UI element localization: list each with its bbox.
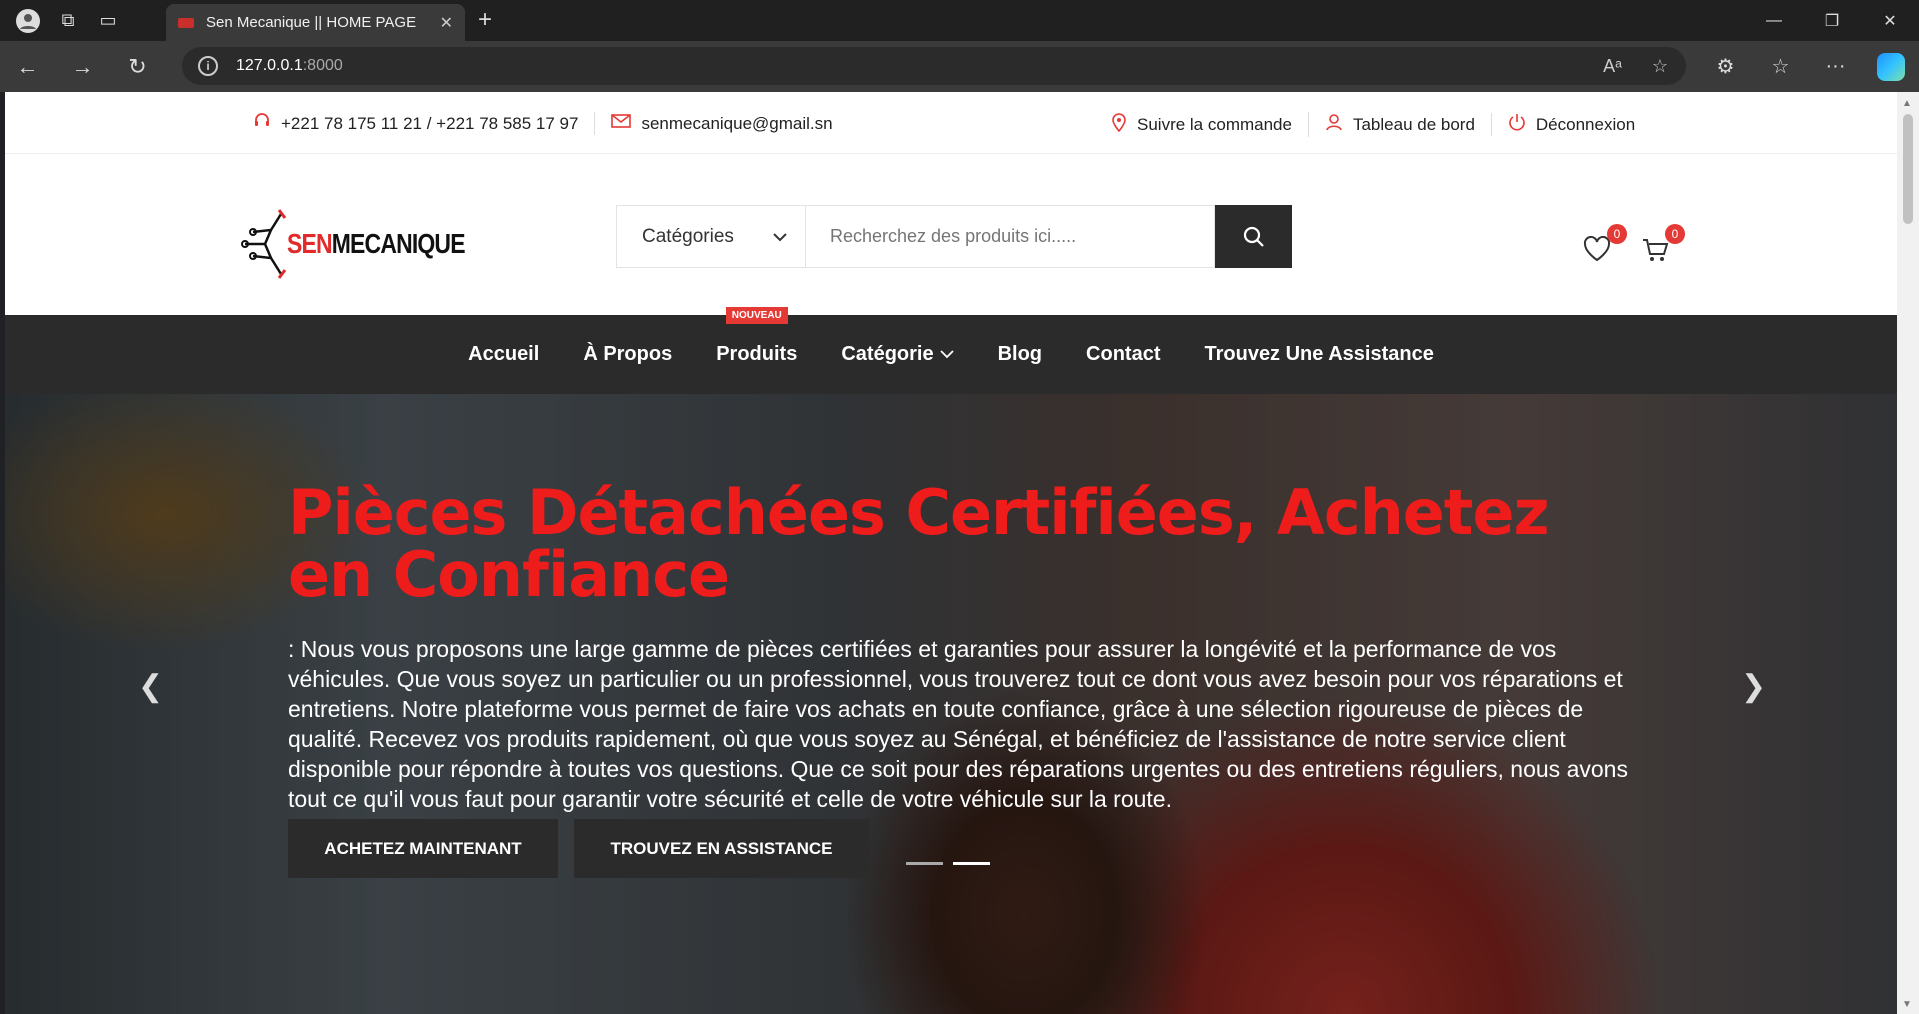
reload-icon[interactable]: ↻ bbox=[110, 41, 165, 92]
logout-link[interactable]: Déconnexion bbox=[1492, 113, 1651, 136]
search-input[interactable] bbox=[805, 205, 1215, 268]
wishlist-button[interactable]: 0 bbox=[1583, 224, 1627, 268]
chevron-down-icon bbox=[773, 226, 787, 248]
close-tab-icon[interactable]: ✕ bbox=[440, 13, 453, 33]
browser-tools: ⚙ ☆ ··· bbox=[1698, 41, 1919, 92]
hero-carousel: Pièces Détachées Certifiées, Achetez en … bbox=[5, 394, 1897, 1014]
address-bar-row: ← → ↻ i 127.0.0.1:8000 Aᵃ ☆ ⚙ ☆ ··· bbox=[0, 41, 1919, 92]
header-actions: 0 0 bbox=[1583, 224, 1685, 268]
cart-icon bbox=[1643, 239, 1669, 261]
nav-item-categorie[interactable]: Catégorie bbox=[819, 343, 975, 366]
headset-icon bbox=[253, 112, 271, 135]
email-text: senmecanique@gmail.sn bbox=[641, 113, 833, 133]
url-port: :8000 bbox=[302, 57, 343, 74]
phone-text: +221 78 175 11 21 / +221 78 585 17 97 bbox=[281, 113, 579, 133]
new-tab-icon[interactable]: + bbox=[478, 6, 492, 34]
email-item[interactable]: senmecanique@gmail.sn bbox=[595, 113, 848, 134]
logout-label: Déconnexion bbox=[1535, 114, 1636, 134]
url-field[interactable]: i 127.0.0.1:8000 Aᵃ ☆ bbox=[182, 47, 1686, 85]
tab-actions-icon[interactable]: ▭ bbox=[88, 0, 128, 41]
track-order-link[interactable]: Suivre la commande bbox=[1095, 112, 1309, 137]
new-badge: NOUVEAU bbox=[725, 307, 788, 324]
carousel-indicators bbox=[906, 862, 990, 865]
contact-info: +221 78 175 11 21 / +221 78 585 17 97 se… bbox=[237, 112, 849, 135]
scroll-down-icon[interactable]: ▼ bbox=[1902, 999, 1912, 1010]
favorite-star-icon[interactable]: ☆ bbox=[1652, 56, 1668, 77]
carousel-dot-active[interactable] bbox=[953, 862, 990, 865]
carousel-prev-icon[interactable]: ❮ bbox=[138, 669, 163, 704]
tab-title: Sen Mecanique || HOME PAGE bbox=[206, 14, 417, 31]
dashboard-label: Tableau de bord bbox=[1352, 114, 1475, 134]
search-button[interactable] bbox=[1215, 205, 1292, 268]
nav-item-accueil[interactable]: Accueil bbox=[446, 343, 561, 366]
wishlist-count-badge: 0 bbox=[1607, 224, 1627, 244]
favorites-icon[interactable]: ☆ bbox=[1753, 54, 1808, 79]
nav-label: Blog bbox=[997, 343, 1043, 365]
mail-icon bbox=[611, 113, 632, 134]
cart-button[interactable]: 0 bbox=[1641, 224, 1685, 268]
contact-topbar: +221 78 175 11 21 / +221 78 585 17 97 se… bbox=[5, 92, 1897, 154]
browser-tab[interactable]: Sen Mecanique || HOME PAGE ✕ bbox=[166, 4, 465, 41]
scroll-up-icon[interactable]: ▲ bbox=[1902, 98, 1912, 109]
page-scrollbar[interactable]: ▲ ▼ bbox=[1897, 92, 1919, 1014]
search-icon bbox=[1243, 226, 1264, 247]
site-info-icon[interactable]: i bbox=[198, 56, 218, 76]
nav-label: Accueil bbox=[468, 343, 540, 365]
favicon-icon bbox=[178, 17, 194, 28]
category-select[interactable]: Catégories bbox=[616, 205, 805, 268]
user-icon bbox=[1325, 113, 1343, 136]
hero-title: Pièces Détachées Certifiées, Achetez en … bbox=[288, 476, 1550, 611]
forward-icon[interactable]: → bbox=[55, 41, 110, 92]
scroll-thumb[interactable] bbox=[1903, 114, 1913, 224]
close-window-icon[interactable]: ✕ bbox=[1861, 0, 1919, 41]
phone-item: +221 78 175 11 21 / +221 78 585 17 97 bbox=[237, 112, 596, 135]
account-links: Suivre la commande Tableau de bord Décon… bbox=[1095, 112, 1651, 137]
profile-icon[interactable] bbox=[8, 0, 48, 41]
category-select-value: Catégories bbox=[642, 225, 734, 247]
nav-item-a-propos[interactable]: À Propos bbox=[561, 343, 694, 366]
track-order-label: Suivre la commande bbox=[1137, 114, 1292, 134]
cart-count-badge: 0 bbox=[1665, 224, 1685, 244]
logo-mark-icon bbox=[241, 204, 289, 284]
nav-item-blog[interactable]: Blog bbox=[976, 343, 1064, 366]
buy-now-button[interactable]: ACHETEZ MAINTENANT bbox=[288, 819, 558, 878]
heart-icon bbox=[1583, 235, 1611, 262]
read-aloud-icon[interactable]: Aᵃ bbox=[1603, 56, 1622, 77]
power-icon bbox=[1508, 113, 1526, 136]
chevron-down-icon bbox=[939, 350, 954, 359]
copilot-icon[interactable] bbox=[1877, 52, 1905, 81]
nav-item-contact[interactable]: Contact bbox=[1064, 343, 1182, 366]
nav-item-assistance[interactable]: Trouvez Une Assistance bbox=[1182, 343, 1455, 366]
more-icon[interactable]: ··· bbox=[1808, 55, 1863, 78]
product-search: Catégories bbox=[616, 205, 1292, 268]
hero-buttons: ACHETEZ MAINTENANT TROUVEZ EN ASSISTANCE bbox=[288, 819, 869, 878]
restore-icon[interactable]: ❐ bbox=[1803, 0, 1861, 41]
site-header: SENMECANIQUE Catégories 0 0 bbox=[5, 154, 1897, 315]
location-pin-icon bbox=[1111, 112, 1127, 137]
site-logo[interactable]: SENMECANIQUE bbox=[241, 204, 504, 284]
browser-tab-bar: ⧉ ▭ Sen Mecanique || HOME PAGE ✕ + — ❐ ✕ bbox=[0, 0, 1919, 41]
url-host: 127.0.0.1 bbox=[236, 57, 303, 74]
carousel-dot[interactable] bbox=[906, 862, 943, 865]
back-icon[interactable]: ← bbox=[0, 41, 55, 92]
nav-label: Contact bbox=[1086, 343, 1161, 365]
nav-label: À Propos bbox=[583, 343, 673, 365]
window-controls: — ❐ ✕ bbox=[1745, 0, 1919, 41]
main-navigation: Accueil À Propos NOUVEAU Produits Catégo… bbox=[5, 307, 1897, 394]
url-actions: Aᵃ ☆ bbox=[1603, 56, 1668, 77]
minimize-icon[interactable]: — bbox=[1745, 0, 1803, 41]
dashboard-link[interactable]: Tableau de bord bbox=[1309, 113, 1492, 136]
nav-label: Trouvez Une Assistance bbox=[1204, 343, 1434, 365]
workspaces-icon[interactable]: ⧉ bbox=[48, 0, 88, 41]
logo-mecanique: MECANIQUE bbox=[331, 228, 466, 259]
nav-item-produits[interactable]: NOUVEAU Produits bbox=[694, 307, 819, 366]
carousel-next-icon[interactable]: ❯ bbox=[1741, 669, 1766, 704]
web-page: +221 78 175 11 21 / +221 78 585 17 97 se… bbox=[5, 92, 1897, 1014]
nav-label: Produits bbox=[716, 343, 798, 365]
extensions-icon[interactable]: ⚙ bbox=[1698, 54, 1753, 79]
hero-text: : Nous vous proposons une large gamme de… bbox=[288, 636, 1628, 812]
nav-label: Catégorie bbox=[841, 343, 934, 365]
logo-sen: SEN bbox=[287, 228, 333, 259]
find-assistance-button[interactable]: TROUVEZ EN ASSISTANCE bbox=[574, 819, 869, 878]
